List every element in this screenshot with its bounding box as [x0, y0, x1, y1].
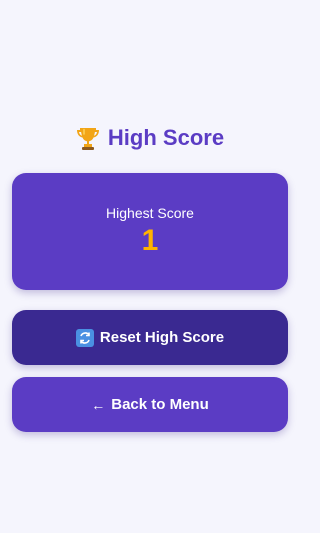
back-to-menu-button[interactable]: ← Back to Menu [12, 377, 288, 432]
reset-high-score-button[interactable]: Reset High Score [12, 310, 288, 365]
trophy-icon [76, 125, 100, 151]
highest-score-label: Highest Score [106, 204, 194, 221]
highest-score-value: 1 [141, 223, 159, 257]
page-title-text: High Score [107, 125, 225, 150]
highest-score-card: Highest Score 1 [12, 173, 288, 290]
reset-high-score-label: Reset High Score [99, 329, 225, 346]
back-to-menu-label: Back to Menu [111, 396, 209, 413]
page-title: High Score [0, 121, 300, 155]
high-score-screen: High Score Highest Score 1 Reset High Sc… [0, 0, 300, 533]
left-arrow-icon: ← [91, 396, 106, 413]
reset-icon [75, 328, 94, 347]
